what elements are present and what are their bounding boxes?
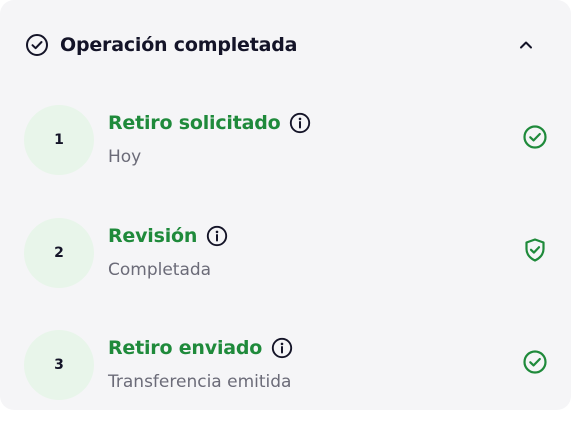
- info-icon[interactable]: [270, 336, 294, 360]
- step-number: 1: [24, 105, 94, 175]
- step-title-row: Retiro enviado: [108, 336, 294, 360]
- step-title: Revisión: [108, 225, 198, 247]
- step-retiro-solicitado: 1 Retiro solicitado Hoy: [24, 105, 549, 177]
- info-icon[interactable]: [288, 111, 312, 135]
- step-number: 2: [24, 218, 94, 288]
- chevron-up-icon[interactable]: [515, 34, 537, 56]
- step-title: Retiro solicitado: [108, 112, 281, 134]
- check-circle-icon: [521, 348, 549, 376]
- check-circle-icon: [521, 123, 549, 151]
- step-retiro-enviado: 3 Retiro enviado Transferencia emitida: [24, 330, 549, 402]
- step-title-row: Revisión: [108, 224, 229, 248]
- check-circle-icon: [24, 32, 50, 58]
- step-number: 3: [24, 330, 94, 400]
- step-title: Retiro enviado: [108, 337, 263, 359]
- step-title-row: Retiro solicitado: [108, 111, 312, 135]
- info-icon[interactable]: [205, 224, 229, 248]
- card-title: Operación completada: [60, 34, 298, 56]
- card-header[interactable]: Operación completada: [24, 26, 549, 64]
- step-subtitle: Transferencia emitida: [108, 372, 292, 392]
- shield-check-icon: [521, 236, 549, 264]
- step-subtitle: Completada: [108, 260, 212, 280]
- step-subtitle: Hoy: [108, 147, 142, 167]
- operation-status-card: Operación completada 1 Retiro solicitado…: [0, 0, 571, 410]
- step-revision: 2 Revisión Completada: [24, 218, 549, 290]
